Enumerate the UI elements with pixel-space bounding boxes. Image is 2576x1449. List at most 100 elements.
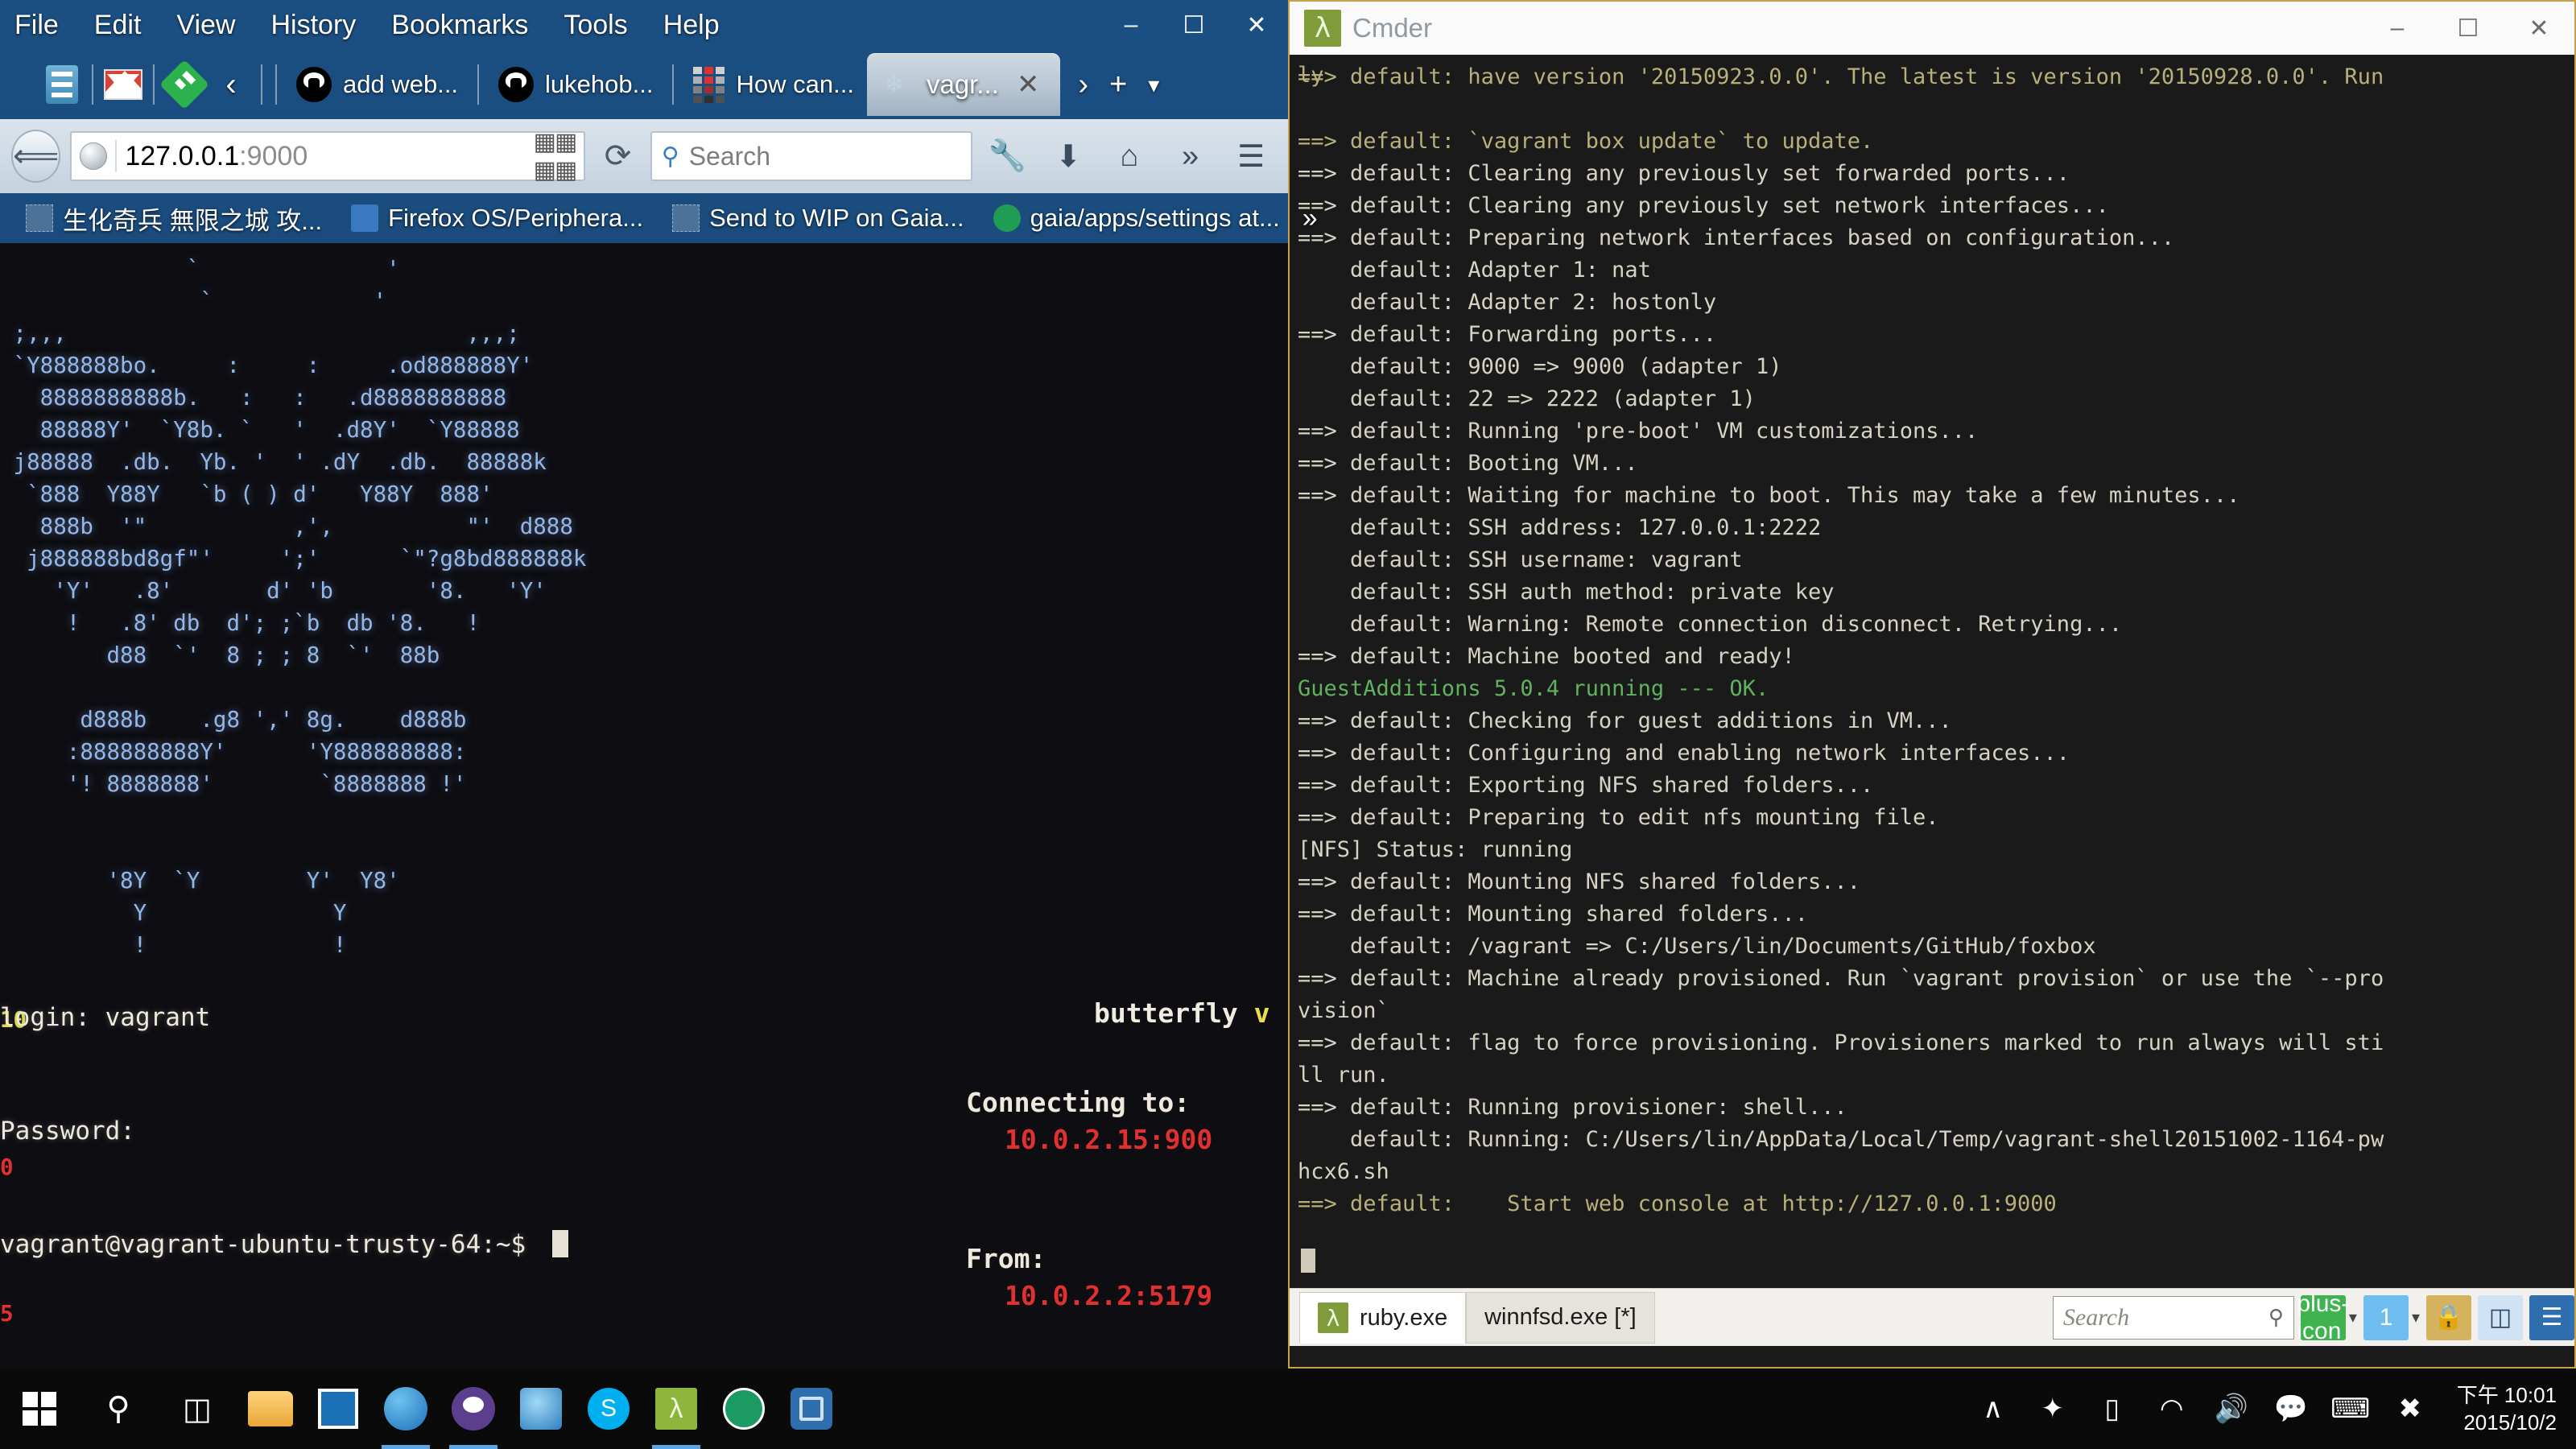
cmder-search-input[interactable]: Search ⚲ <box>2052 1295 2294 1340</box>
cmder-prompt-fragment: ly <box>1298 63 1324 88</box>
tab-close-icon[interactable]: ✕ <box>1009 68 1048 101</box>
windows-logo-icon[interactable] <box>0 1368 79 1449</box>
cmder-window-controls[interactable]: – ☐ ✕ <box>2362 2 2574 55</box>
firefox-quick-icons[interactable]: ‹ <box>0 59 269 110</box>
taskbar-left-group[interactable]: ⚲ ◫ S λ <box>0 1368 845 1449</box>
windows-taskbar[interactable]: ⚲ ◫ S λ ∧ ✦ ▯ ◠ 🔊 💬 ⌨ ✖ 下午 10:01 2015/10… <box>0 1368 2576 1449</box>
taskbar-app-sourcetree[interactable] <box>507 1368 575 1449</box>
bookmark-2[interactable]: Send to WIP on Gaia... <box>658 204 979 233</box>
bookmarks-overflow-icon[interactable]: » <box>1294 203 1318 234</box>
close-circle-icon[interactable]: ✖ <box>2391 1389 2429 1428</box>
chevron-double-right-icon[interactable]: » <box>1165 128 1216 184</box>
cmder-line: ==> default: Exporting NFS shared folder… <box>1298 773 1874 798</box>
panel-icon[interactable]: ◫ <box>2478 1294 2523 1340</box>
menu-bookmarks[interactable]: Bookmarks <box>391 10 528 41</box>
taskbar-app-vagrant[interactable] <box>710 1368 778 1449</box>
tab-scroll-right-icon[interactable]: › <box>1078 68 1088 102</box>
taskbar-app-windows-store[interactable] <box>304 1368 372 1449</box>
firefox-navigation-toolbar[interactable]: ⟸ 127.0.0.1:9000 ▦▦ ▦▦ ⟳ ⚲ Search 🔧 ⬇ ⌂ »… <box>0 119 1288 193</box>
bookmark-3[interactable]: gaia/apps/settings at... <box>979 204 1294 233</box>
divider <box>261 64 262 105</box>
gmail-icon[interactable] <box>100 61 147 108</box>
butterfly-terminal-page[interactable]: ` ' ` ' ;,,, ,,,; `Y888888bo. : : .od888… <box>0 243 1288 1368</box>
bookmark-3-label: gaia/apps/settings at... <box>1030 204 1280 232</box>
taskbar-app-cmder[interactable]: λ <box>642 1368 710 1449</box>
firefox-menubar[interactable]: File Edit View History Bookmarks Tools H… <box>0 0 1288 50</box>
cmder-tab-ruby[interactable]: λ ruby.exe <box>1299 1291 1467 1344</box>
chevron-down-icon[interactable]: ▾ <box>2349 1307 2357 1327</box>
bookmark-1[interactable]: Firefox OS/Periphera... <box>336 204 658 233</box>
task-view-icon[interactable]: ◫ <box>158 1368 237 1449</box>
list-icon[interactable] <box>39 61 85 108</box>
menu-edit[interactable]: Edit <box>94 10 142 41</box>
feedly-icon[interactable] <box>159 59 210 110</box>
login-block[interactable]: login: vagrant Password: vagrant@vagrant… <box>0 923 568 1340</box>
tab-add-web[interactable]: add web... <box>283 67 471 102</box>
new-tab-button[interactable]: + <box>1109 68 1127 102</box>
firefox-minimize-button[interactable]: – <box>1100 0 1162 50</box>
firefox-window-controls[interactable]: – ☐ ✕ <box>1100 0 1288 50</box>
taskbar-app-firefox[interactable] <box>372 1368 440 1449</box>
cmder-line: ==> default: Start web console at http:/… <box>1298 1191 2057 1216</box>
cmder-line: default: SSH address: 127.0.0.1:2222 <box>1298 515 1822 540</box>
firefox-close-button[interactable]: ✕ <box>1225 0 1288 50</box>
pocket-icon[interactable]: ‹ <box>208 61 254 108</box>
back-button[interactable]: ⟸ <box>11 130 61 183</box>
cmder-line: GuestAdditions 5.0.4 running --- OK. <box>1298 676 1769 701</box>
battery-icon[interactable]: ▯ <box>2093 1389 2132 1428</box>
taskbar-app-virtualbox[interactable] <box>778 1368 845 1449</box>
chevron-down-icon[interactable]: ▾ <box>2412 1307 2420 1327</box>
cmder-minimize-button[interactable]: – <box>2362 2 2433 55</box>
taskbar-app-skype[interactable]: S <box>575 1368 642 1449</box>
cmder-maximize-button[interactable]: ☐ <box>2433 2 2504 55</box>
menu-help[interactable]: Help <box>663 10 720 41</box>
wrench-icon[interactable]: 🔧 <box>982 128 1034 184</box>
cmder-status-bar[interactable]: λ ruby.exe winnfsd.exe [*] Search ⚲ plus… <box>1290 1288 2574 1346</box>
volume-icon[interactable]: 🔊 <box>2212 1389 2251 1428</box>
cmder-line: ==> default: Preparing network interface… <box>1298 225 2175 250</box>
list-all-tabs-icon[interactable]: ▾ <box>1148 72 1159 98</box>
url-bar[interactable]: 127.0.0.1:9000 ▦▦ ▦▦ <box>70 128 586 184</box>
list-icon[interactable]: ☰ <box>2529 1294 2574 1340</box>
chevron-up-icon[interactable]: ∧ <box>1974 1389 2013 1428</box>
taskbar-tray[interactable]: ∧ ✦ ▯ ◠ 🔊 💬 ⌨ ✖ 下午 10:01 2015/10/2 <box>1974 1368 2576 1449</box>
taskbar-clock[interactable]: 下午 10:01 2015/10/2 <box>2450 1381 2557 1436</box>
cmder-line: ll run. <box>1298 1063 1389 1088</box>
cmder-console-output[interactable]: ly ==> default: have version '20150923.0… <box>1290 55 2574 1288</box>
bookmark-0[interactable]: 生化奇兵 無限之城 攻... <box>11 200 336 237</box>
taskbar-app-file-explorer[interactable] <box>237 1368 304 1449</box>
tab-lukehob[interactable]: lukehob... <box>485 67 666 102</box>
tab-vagrant-active[interactable]: ❄ vagr... ✕ <box>866 53 1061 116</box>
wifi-icon[interactable]: ◠ <box>2153 1389 2191 1428</box>
cmder-window[interactable]: λ Cmder – ☐ ✕ ly ==> default: have versi… <box>1288 0 2576 1368</box>
cmder-close-button[interactable]: ✕ <box>2504 2 2574 55</box>
tab-how-can[interactable]: How can... <box>680 66 866 103</box>
cmder-tab-winnfsd[interactable]: winnfsd.exe [*] <box>1466 1291 1655 1344</box>
cmder-active-console-button[interactable]: 1 <box>2363 1294 2409 1340</box>
hamburger-menu-icon[interactable]: ☰ <box>1225 128 1277 184</box>
download-icon[interactable]: ⬇ <box>1042 128 1094 184</box>
dropbox-icon[interactable]: ✦ <box>2033 1389 2072 1428</box>
firefox-maximize-button[interactable]: ☐ <box>1162 0 1225 50</box>
keyboard-icon[interactable]: ⌨ <box>2330 1389 2370 1428</box>
qr-code-icon[interactable]: ▦▦ ▦▦ <box>534 128 578 184</box>
search-icon: ⚲ <box>2268 1305 2284 1329</box>
menu-history[interactable]: History <box>270 10 356 41</box>
home-icon[interactable]: ⌂ <box>1104 128 1155 184</box>
firefox-bookmarks-toolbar[interactable]: 生化奇兵 無限之城 攻... Firefox OS/Periphera... S… <box>0 193 1318 243</box>
taskbar-app-github-desktop[interactable] <box>440 1368 507 1449</box>
lock-icon[interactable]: 🔒 <box>2426 1294 2471 1340</box>
firefox-tab-controls[interactable]: › + ▾ <box>1060 68 1159 102</box>
menu-file[interactable]: File <box>14 10 59 41</box>
reload-button[interactable]: ⟳ <box>595 131 640 181</box>
firefox-window[interactable]: File Edit View History Bookmarks Tools H… <box>0 0 1318 1368</box>
menu-tools[interactable]: Tools <box>564 10 627 41</box>
search-icon[interactable]: ⚲ <box>79 1368 158 1449</box>
cmder-line: ==> default: Mounting NFS shared folders… <box>1298 869 1860 894</box>
search-input[interactable]: ⚲ Search <box>650 131 972 181</box>
firefox-tabstrip[interactable]: ‹ add web... lukehob... How can... ❄ vag… <box>0 50 1288 119</box>
menu-view[interactable]: View <box>176 10 235 41</box>
cmder-titlebar[interactable]: λ Cmder – ☐ ✕ <box>1290 2 2574 55</box>
action-center-icon[interactable]: 💬 <box>2272 1389 2310 1428</box>
cmder-new-tab-button[interactable]: plus-icon <box>2297 1290 2349 1344</box>
